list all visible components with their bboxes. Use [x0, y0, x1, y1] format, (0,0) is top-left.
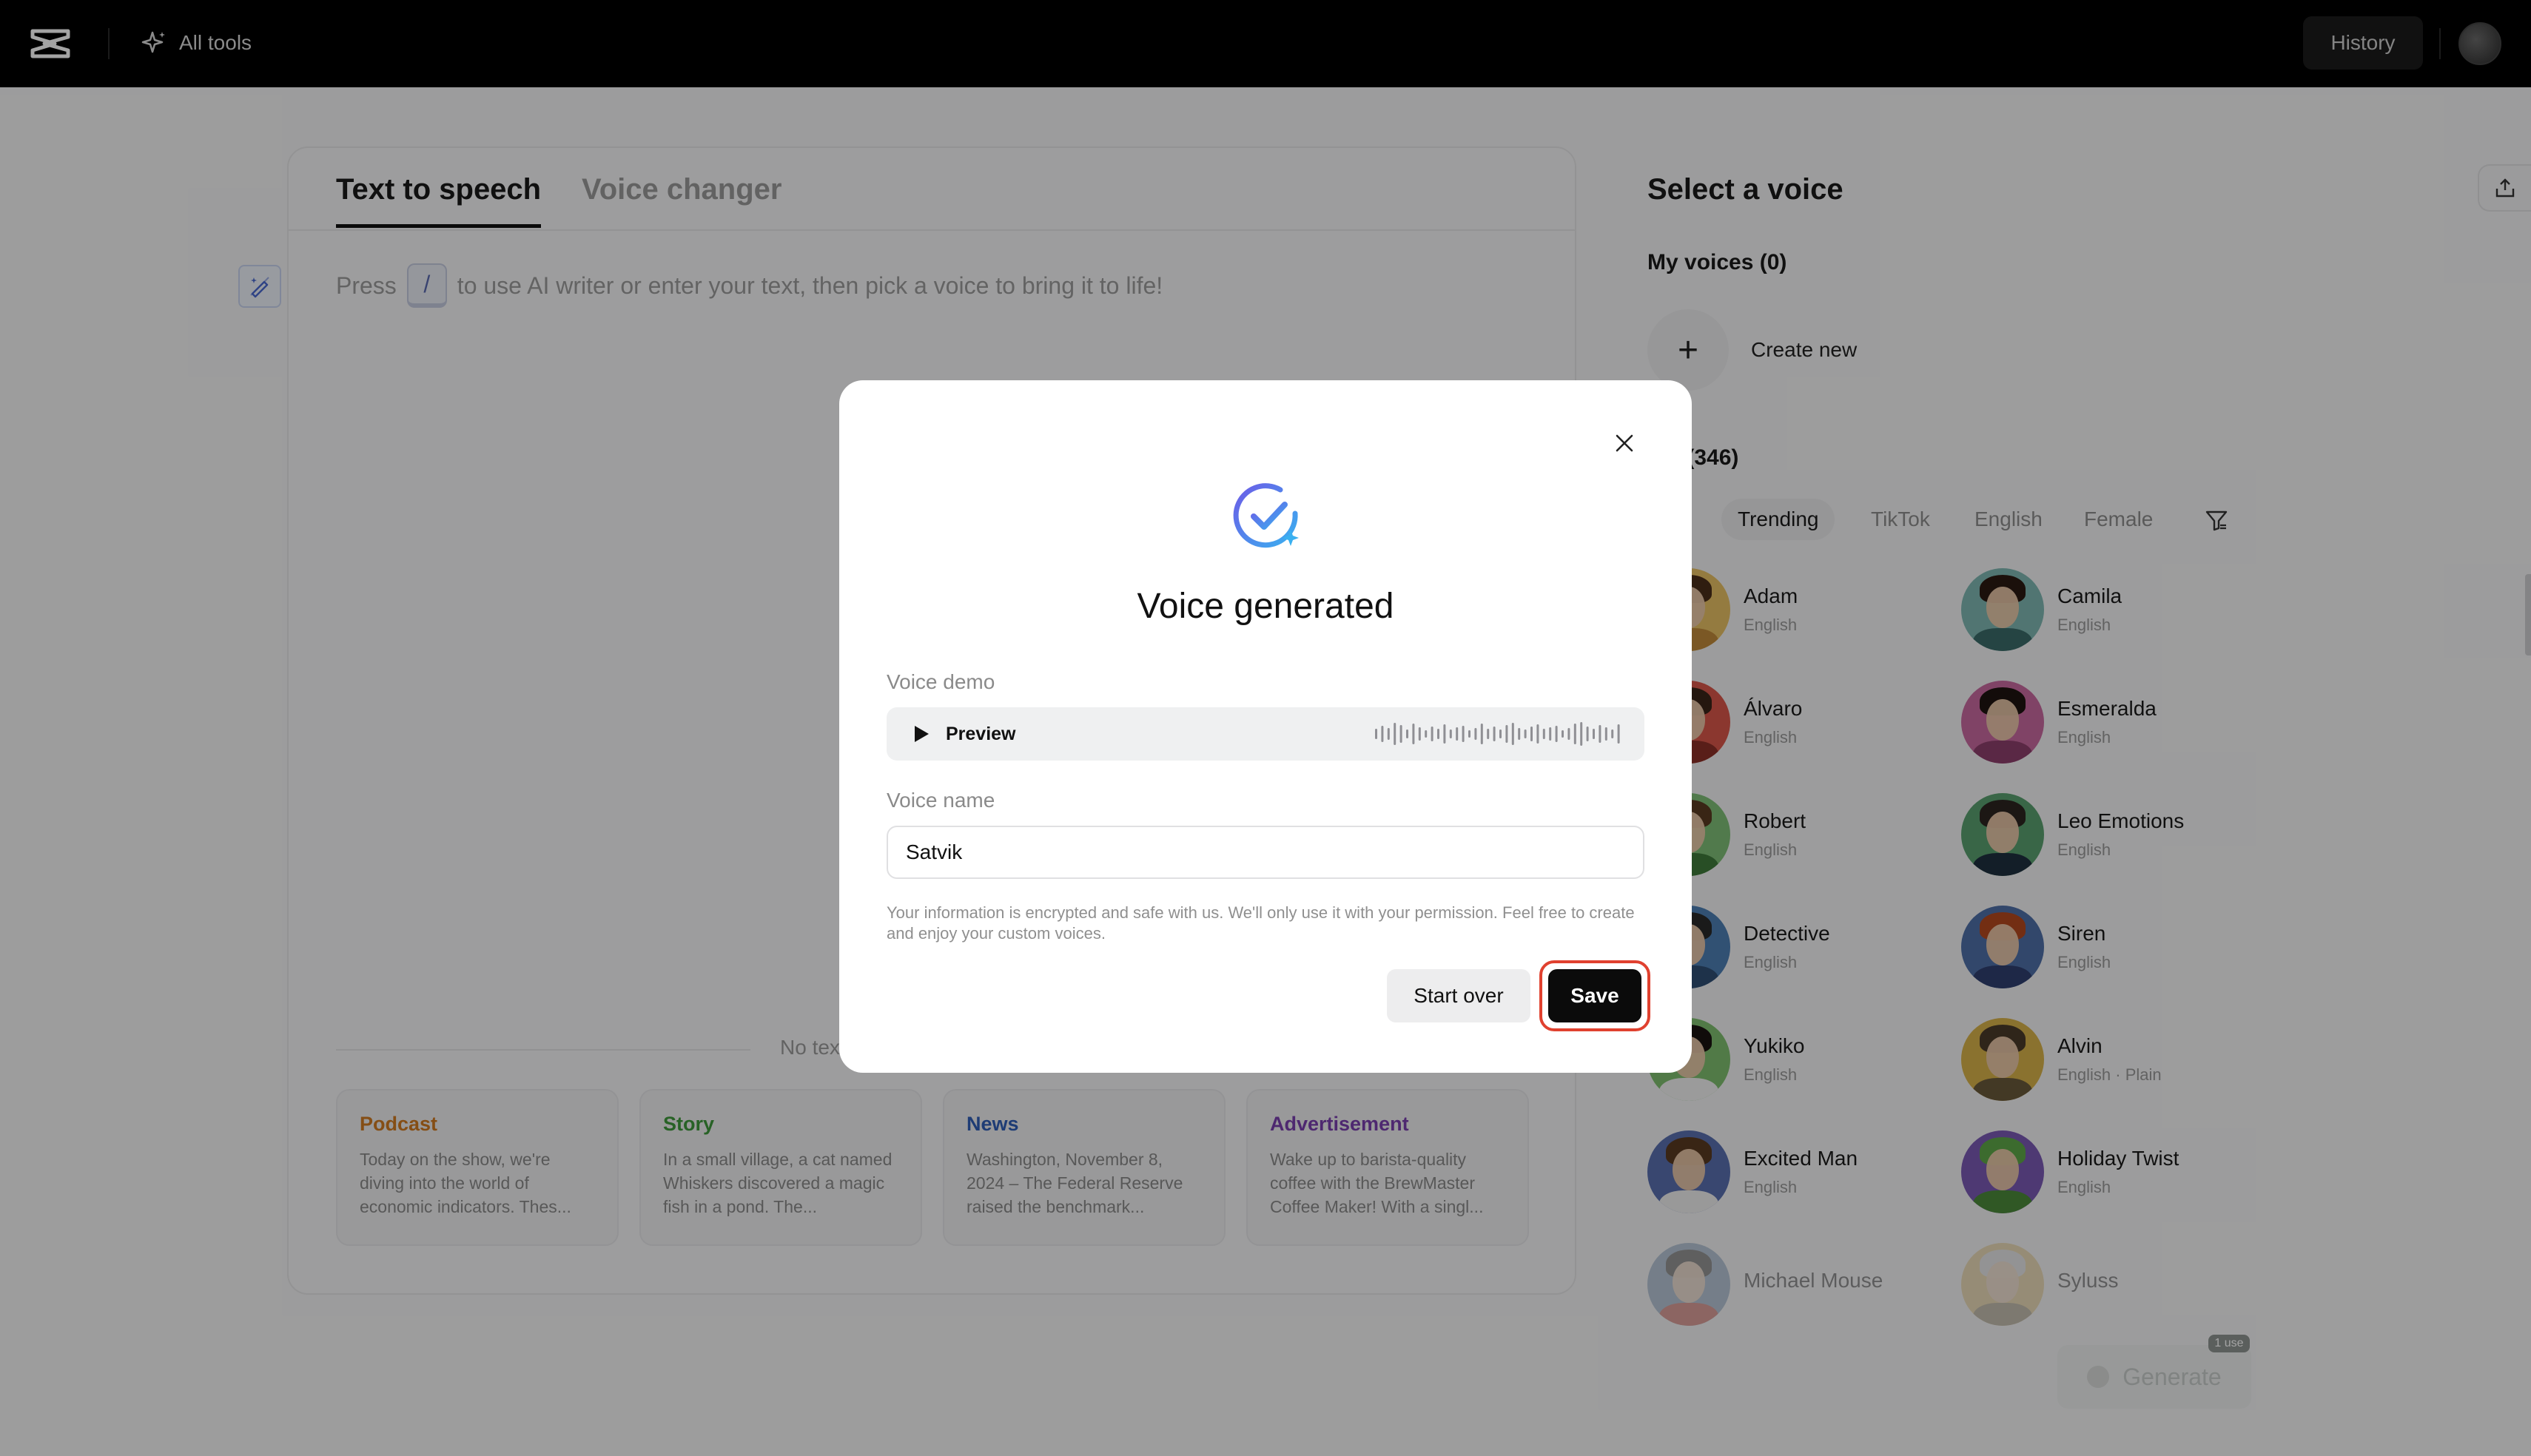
save-button[interactable]: Save: [1548, 969, 1641, 1022]
dialog-title: Voice generated: [1137, 587, 1394, 626]
voice-generated-dialog: Voice generated Voice demo Preview Voice…: [839, 380, 1692, 1073]
privacy-disclaimer: Your information is encrypted and safe w…: [887, 903, 1635, 943]
close-icon: [1616, 434, 1633, 452]
preview-label: Preview: [946, 724, 1016, 744]
voice-preview-player[interactable]: Preview: [887, 707, 1644, 761]
check-circle-icon: [1233, 483, 1299, 548]
waveform-icon: [1375, 722, 1620, 746]
voice-demo-label: Voice demo: [887, 670, 995, 693]
voice-name-input[interactable]: [887, 826, 1644, 879]
start-over-button[interactable]: Start over: [1387, 969, 1530, 1022]
play-icon[interactable]: [909, 722, 932, 746]
voice-name-label: Voice name: [887, 789, 995, 812]
close-button[interactable]: [1607, 426, 1641, 460]
